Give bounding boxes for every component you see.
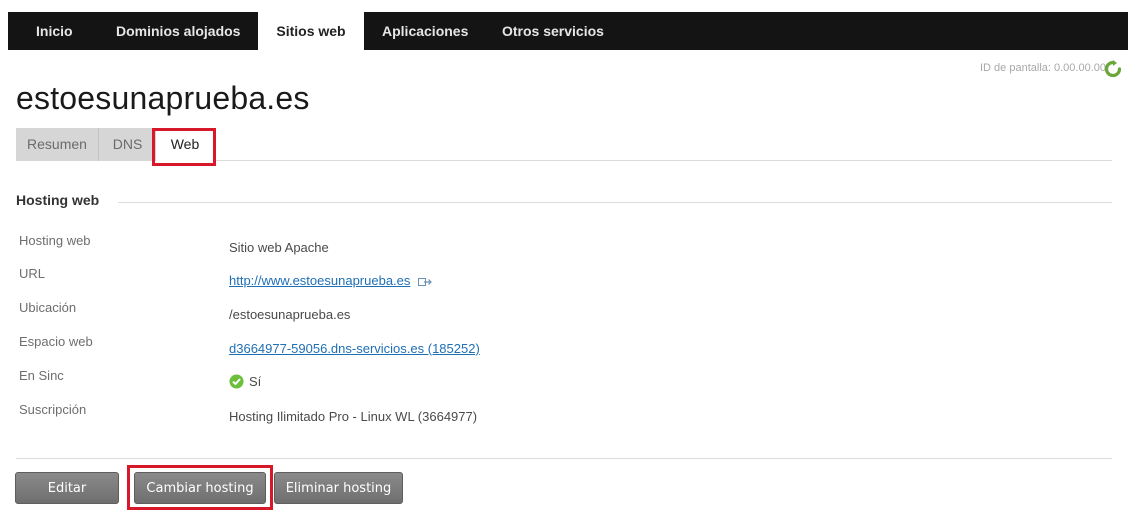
url-link[interactable]: http://www.estoesunaprueba.es bbox=[229, 273, 410, 288]
row-value-hosting-web: Sitio web Apache bbox=[229, 240, 329, 255]
page-title: estoesunaprueba.es bbox=[16, 80, 310, 116]
row-label-suscripcion: Suscripción bbox=[19, 402, 87, 417]
row-value-en-sinc: Sí bbox=[229, 374, 261, 389]
delete-hosting-button[interactable]: Eliminar hosting bbox=[274, 472, 403, 504]
section-divider bbox=[118, 202, 1112, 203]
subtabs-divider bbox=[214, 160, 1112, 161]
subtab-resumen[interactable]: Resumen bbox=[16, 128, 98, 161]
nav-tab-otros-servicios[interactable]: Otros servicios bbox=[502, 12, 604, 50]
espacio-web-link[interactable]: d3664977-59056.dns-servicios.es (185252) bbox=[229, 341, 480, 356]
nav-tab-sitios-web[interactable]: Sitios web bbox=[258, 12, 364, 50]
row-label-espacio-web: Espacio web bbox=[19, 334, 93, 349]
nav-tab-inicio[interactable]: Inicio bbox=[36, 12, 73, 50]
section-title: Hosting web bbox=[16, 192, 100, 208]
nav-tab-aplicaciones[interactable]: Aplicaciones bbox=[382, 12, 468, 50]
top-navigation: Inicio Dominios alojados Sitios web Apli… bbox=[8, 12, 1128, 50]
buttons-divider bbox=[16, 458, 1112, 459]
edit-button[interactable]: Editar bbox=[15, 472, 119, 504]
external-link-icon[interactable] bbox=[418, 277, 432, 287]
nav-tab-dominios-alojados[interactable]: Dominios alojados bbox=[116, 12, 240, 50]
check-circle-icon bbox=[229, 374, 244, 389]
row-value-suscripcion: Hosting Ilimitado Pro - Linux WL (366497… bbox=[229, 409, 478, 424]
screen-id-label: ID de pantalla: 0.00.00.00 bbox=[980, 62, 1106, 74]
subtab-dns[interactable]: DNS bbox=[98, 128, 156, 161]
row-value-ubicacion: /estoesunaprueba.es bbox=[229, 307, 351, 322]
refresh-icon[interactable] bbox=[1104, 60, 1122, 78]
row-label-ubicacion: Ubicación bbox=[19, 300, 77, 315]
row-value-url: http://www.estoesunaprueba.es bbox=[229, 273, 432, 288]
row-label-hosting-web: Hosting web bbox=[19, 233, 91, 248]
change-hosting-button[interactable]: Cambiar hosting bbox=[134, 472, 266, 504]
subtab-web[interactable]: Web bbox=[156, 128, 214, 161]
row-label-en-sinc: En Sinc bbox=[19, 368, 64, 383]
row-value-espacio-web: d3664977-59056.dns-servicios.es (185252) bbox=[229, 341, 480, 356]
row-label-url: URL bbox=[19, 266, 46, 281]
en-sinc-text: Sí bbox=[249, 374, 262, 389]
